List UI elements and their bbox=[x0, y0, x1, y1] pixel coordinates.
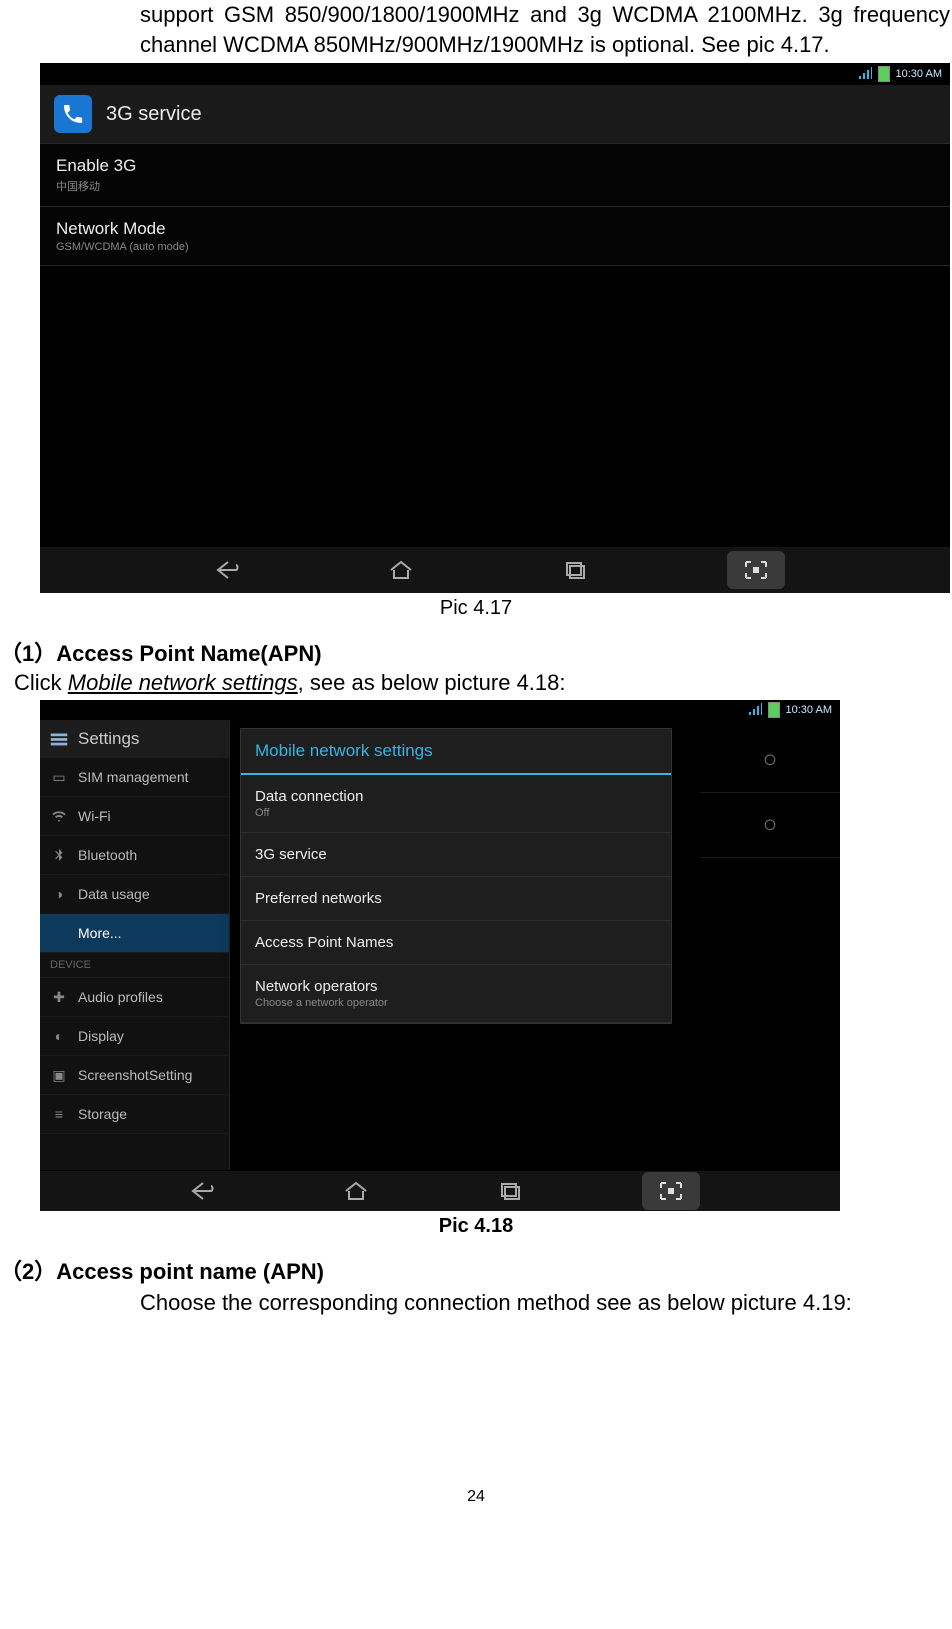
screenshot-mobile-network-settings: 10:30 AM Settings ▭ SIM management bbox=[40, 700, 840, 1211]
nav-back-button[interactable] bbox=[205, 555, 249, 585]
blank-icon bbox=[50, 924, 68, 942]
row-subtitle: GSM/WCDMA (auto mode) bbox=[56, 241, 934, 253]
signal-icon bbox=[748, 703, 762, 718]
row-title: Enable 3G bbox=[56, 156, 934, 176]
link-text: Mobile network settings bbox=[68, 670, 298, 695]
caption-4-17: Pic 4.17 bbox=[0, 597, 952, 620]
battery-icon bbox=[878, 66, 890, 82]
row-title: Preferred networks bbox=[255, 890, 657, 907]
row-title: Network operators bbox=[255, 978, 657, 995]
nav-screenshot-button[interactable] bbox=[642, 1172, 700, 1210]
sidebar-item-wifi[interactable]: Wi-Fi bbox=[40, 797, 229, 836]
sidebar-section-device: DEVICE bbox=[40, 953, 229, 978]
sidebar-item-audio[interactable]: ✚ Audio profiles bbox=[40, 978, 229, 1017]
sidebar-item-sim[interactable]: ▭ SIM management bbox=[40, 758, 229, 797]
row-title: Data connection bbox=[255, 788, 657, 805]
section-1-title: （1）Access Point Name(APN) bbox=[0, 636, 952, 668]
page-number: 24 bbox=[0, 1488, 952, 1506]
dialog-row-access-point-names[interactable]: Access Point Names bbox=[241, 921, 671, 965]
dialog-mobile-network-settings: Mobile network settings Data connection … bbox=[240, 728, 672, 1024]
sidebar-item-label: Wi-Fi bbox=[78, 808, 111, 824]
sidebar-item-label: Display bbox=[78, 1028, 124, 1044]
intro-paragraph: support GSM 850/900/1800/1900MHz and 3g … bbox=[0, 0, 950, 59]
dialog-row-data-connection[interactable]: Data connection Off bbox=[241, 775, 671, 833]
screenshot-3g-service: 10:30 AM 3G service Enable 3G 中国移动 Netwo… bbox=[40, 63, 950, 593]
nav-bar bbox=[40, 546, 950, 593]
caption-4-18: Pic 4.18 bbox=[0, 1215, 952, 1238]
row-title: Network Mode bbox=[56, 219, 934, 239]
sidebar-item-label: Audio profiles bbox=[78, 989, 163, 1005]
sidebar-item-storage[interactable]: ≡ Storage bbox=[40, 1095, 229, 1134]
toggle-placeholder: ○ bbox=[700, 728, 840, 793]
nav-recent-button[interactable] bbox=[488, 1176, 532, 1206]
sidebar-item-label: Data usage bbox=[78, 886, 150, 902]
screen-header: 3G service bbox=[40, 85, 950, 144]
nav-back-button[interactable] bbox=[180, 1176, 224, 1206]
sidebar-item-display[interactable]: ◐ Display bbox=[40, 1017, 229, 1056]
phone-icon bbox=[54, 95, 92, 133]
bluetooth-icon bbox=[50, 846, 68, 864]
row-subtitle: Choose a network operator bbox=[255, 997, 657, 1009]
settings-icon bbox=[48, 728, 70, 750]
toggle-placeholder: ○ bbox=[700, 793, 840, 858]
empty-area bbox=[40, 266, 950, 546]
row-enable-3g[interactable]: Enable 3G 中国移动 bbox=[40, 144, 950, 207]
status-time: 10:30 AM bbox=[896, 68, 942, 80]
dialog-row-3g-service[interactable]: 3G service bbox=[241, 833, 671, 877]
row-title: 3G service bbox=[255, 846, 657, 863]
sidebar-item-label: Bluetooth bbox=[78, 847, 137, 863]
text: , see as below picture 4.18: bbox=[298, 670, 566, 695]
sidebar-item-data-usage[interactable]: ◑ Data usage bbox=[40, 875, 229, 914]
audio-icon: ✚ bbox=[50, 988, 68, 1006]
nav-screenshot-button[interactable] bbox=[727, 551, 785, 589]
section-2-text: Choose the corresponding connection meth… bbox=[140, 1288, 950, 1318]
nav-bar bbox=[40, 1170, 840, 1211]
background-list: ○ ○ bbox=[700, 728, 840, 1168]
main-panel: ○ ○ Mobile network settings Data connect… bbox=[230, 720, 840, 1170]
status-time: 10:30 AM bbox=[786, 704, 832, 716]
wifi-icon bbox=[50, 807, 68, 825]
dialog-row-network-operators[interactable]: Network operators Choose a network opera… bbox=[241, 965, 671, 1023]
signal-icon bbox=[858, 67, 872, 82]
sidebar-item-label: ScreenshotSetting bbox=[78, 1067, 192, 1083]
nav-home-button[interactable] bbox=[334, 1176, 378, 1206]
display-icon: ◐ bbox=[50, 1027, 68, 1045]
settings-title: Settings bbox=[78, 729, 139, 749]
settings-header: Settings bbox=[40, 720, 229, 758]
section-1-text: Click Mobile network settings, see as be… bbox=[14, 670, 952, 696]
data-usage-icon: ◑ bbox=[50, 885, 68, 903]
sidebar-item-screenshot-setting[interactable]: ▣ ScreenshotSetting bbox=[40, 1056, 229, 1095]
nav-recent-button[interactable] bbox=[553, 555, 597, 585]
storage-icon: ≡ bbox=[50, 1105, 68, 1123]
dialog-row-preferred-networks[interactable]: Preferred networks bbox=[241, 877, 671, 921]
sidebar-item-more[interactable]: More... bbox=[40, 914, 229, 953]
camera-icon: ▣ bbox=[50, 1066, 68, 1084]
battery-icon bbox=[768, 702, 780, 718]
sidebar-item-bluetooth[interactable]: Bluetooth bbox=[40, 836, 229, 875]
status-bar: 10:30 AM bbox=[40, 63, 950, 85]
status-bar: 10:30 AM bbox=[40, 700, 840, 720]
dialog-title: Mobile network settings bbox=[241, 729, 671, 775]
settings-sidebar: Settings ▭ SIM management Wi-Fi Blue bbox=[40, 720, 230, 1170]
row-title: Access Point Names bbox=[255, 934, 657, 951]
screen-title: 3G service bbox=[106, 103, 202, 126]
sidebar-item-label: SIM management bbox=[78, 769, 189, 785]
row-subtitle: 中国移动 bbox=[56, 178, 934, 194]
section-2-title: （2）Access point name (APN) bbox=[0, 1254, 952, 1286]
row-network-mode[interactable]: Network Mode GSM/WCDMA (auto mode) bbox=[40, 207, 950, 266]
sim-icon: ▭ bbox=[50, 768, 68, 786]
sidebar-item-label: More... bbox=[78, 925, 122, 941]
row-subtitle: Off bbox=[255, 807, 657, 819]
sidebar-item-label: Storage bbox=[78, 1106, 127, 1122]
nav-home-button[interactable] bbox=[379, 555, 423, 585]
text: Click bbox=[14, 670, 68, 695]
